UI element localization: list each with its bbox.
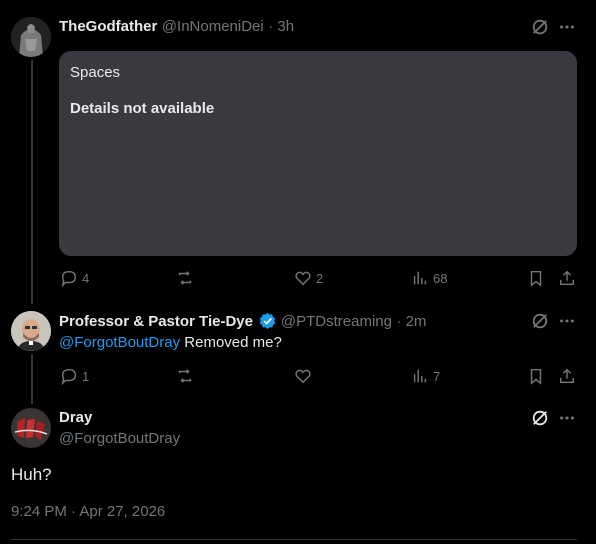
verified-badge-icon	[259, 312, 276, 329]
more-options-icon[interactable]	[557, 17, 577, 37]
thread-line	[31, 354, 33, 404]
bookmark-icon[interactable]	[526, 366, 546, 386]
reply-icon[interactable]	[59, 268, 79, 288]
like-count[interactable]: 2	[316, 271, 323, 286]
views-count[interactable]: 7	[433, 369, 440, 384]
avatar-ptdstreaming[interactable]	[11, 311, 51, 351]
card-title: Spaces	[70, 64, 121, 81]
post-text: Removed me?	[180, 334, 282, 351]
views-count[interactable]: 68	[433, 271, 447, 286]
reply-icon[interactable]	[59, 366, 79, 386]
views-icon[interactable]	[410, 268, 430, 288]
bookmark-icon[interactable]	[526, 268, 546, 288]
grok-icon[interactable]	[530, 408, 550, 428]
reply-count[interactable]: 4	[82, 271, 89, 286]
author-name[interactable]: TheGodfather	[59, 18, 157, 35]
post-timestamp[interactable]: 9:24 PM · Apr 27, 2026	[11, 503, 165, 520]
more-options-icon[interactable]	[557, 408, 577, 428]
author-handle[interactable]: @ForgotBoutDray	[59, 430, 180, 447]
reply-count[interactable]: 1	[82, 369, 89, 384]
post-text: Huh?	[11, 465, 52, 484]
avatar-image	[11, 17, 51, 57]
mention-link[interactable]: @ForgotBoutDray	[59, 334, 180, 351]
avatar-image	[11, 311, 51, 351]
repost-icon[interactable]	[175, 268, 195, 288]
views-icon[interactable]	[410, 366, 430, 386]
grok-icon[interactable]	[530, 17, 550, 37]
avatar-thegodfather[interactable]	[11, 17, 51, 57]
repost-icon[interactable]	[175, 366, 195, 386]
author-handle[interactable]: @InNomeniDei	[162, 18, 264, 35]
author-name[interactable]: Dray	[59, 409, 92, 426]
like-icon[interactable]	[293, 268, 313, 288]
avatar-dray[interactable]	[11, 408, 51, 448]
share-icon[interactable]	[557, 268, 577, 288]
grok-icon[interactable]	[530, 311, 550, 331]
more-options-icon[interactable]	[557, 311, 577, 331]
like-icon[interactable]	[293, 366, 313, 386]
author-name[interactable]: Professor & Pastor Tie-Dye	[59, 313, 253, 330]
avatar-image	[11, 408, 51, 448]
post-time[interactable]: · 3h	[268, 18, 294, 35]
card-subtitle: Details not available	[70, 100, 215, 117]
share-icon[interactable]	[557, 366, 577, 386]
thread-line	[31, 60, 33, 304]
author-handle[interactable]: @PTDstreaming	[281, 313, 392, 330]
post-time[interactable]: · 2m	[396, 313, 426, 330]
divider	[11, 539, 577, 540]
spaces-card[interactable]: Spaces Details not available	[59, 51, 577, 256]
